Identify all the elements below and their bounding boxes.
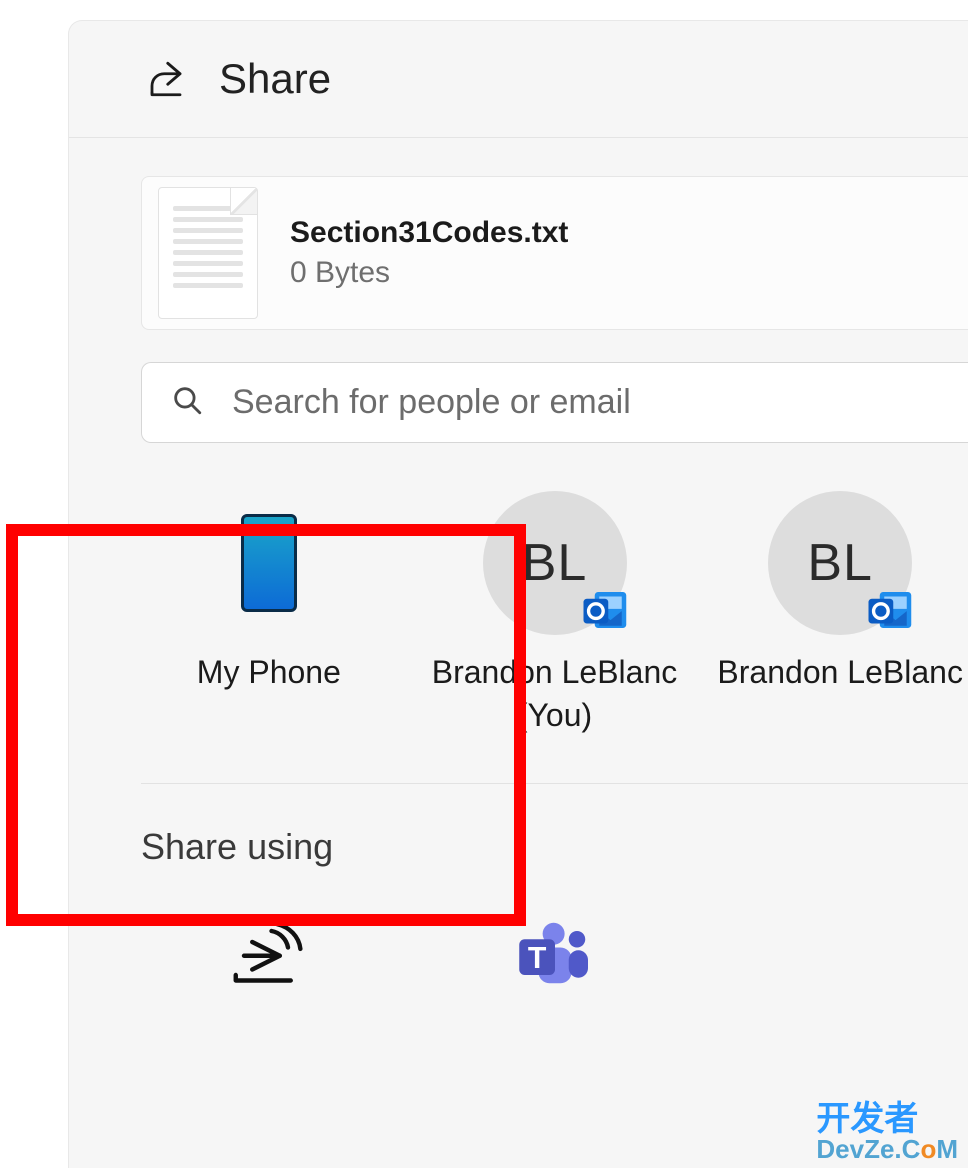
share-icon xyxy=(145,58,187,100)
avatar-initials: BL xyxy=(522,533,588,593)
file-size: 0 Bytes xyxy=(290,256,568,290)
share-target-label: Brandon LeBlanc (You) xyxy=(430,651,680,737)
share-target-contact-self[interactable]: BL Brandon LeBlanc (You) xyxy=(427,491,683,737)
teams-icon: T xyxy=(511,918,599,988)
svg-text:T: T xyxy=(527,943,546,976)
share-targets: My Phone BL xyxy=(141,491,968,784)
search-icon xyxy=(170,383,204,422)
avatar: BL xyxy=(768,491,912,635)
app-more[interactable] xyxy=(719,918,968,988)
outlook-badge-icon xyxy=(864,583,918,637)
avatar: BL xyxy=(483,491,627,635)
file-card[interactable]: Section31Codes.txt 0 Bytes xyxy=(141,176,968,330)
search-row[interactable] xyxy=(141,362,968,443)
share-apps-row: T xyxy=(141,918,968,988)
file-meta: Section31Codes.txt 0 Bytes xyxy=(290,216,568,290)
app-teams[interactable]: T xyxy=(430,918,679,988)
share-target-my-phone[interactable]: My Phone xyxy=(141,491,397,737)
share-target-label: Brandon LeBlanc xyxy=(717,651,963,694)
panel-content: Section31Codes.txt 0 Bytes My Phone xyxy=(69,138,968,988)
avatar-initials: BL xyxy=(807,533,873,593)
share-target-contact[interactable]: BL Brandon LeBlanc xyxy=(712,491,968,737)
outlook-badge-icon xyxy=(579,583,633,637)
share-using-title: Share using xyxy=(141,826,968,868)
file-name: Section31Codes.txt xyxy=(290,216,568,250)
nearby-sharing-icon xyxy=(222,918,310,988)
share-target-label: My Phone xyxy=(197,651,341,694)
app-nearby-sharing[interactable] xyxy=(141,918,390,988)
file-thumbnail-icon xyxy=(158,187,258,319)
panel-title: Share xyxy=(219,55,331,103)
search-input[interactable] xyxy=(232,383,940,422)
share-panel: Share Section31Codes.txt 0 Bytes xyxy=(68,20,968,1168)
panel-header: Share xyxy=(69,21,968,138)
phone-icon xyxy=(241,514,297,612)
